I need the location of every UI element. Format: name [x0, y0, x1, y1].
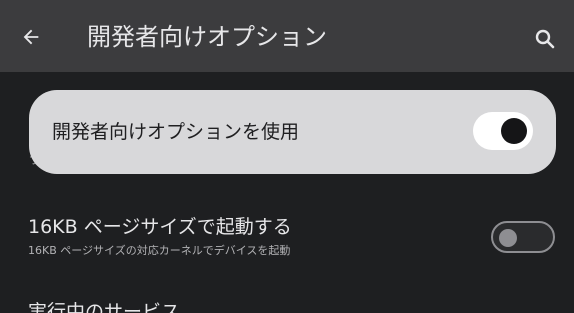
search-button[interactable] [532, 26, 558, 52]
app-bar: 開発者向けオプション [0, 0, 574, 72]
switch-thumb [501, 118, 527, 144]
developer-options-screen: 開発者向けオプション ラ 開発者向けオプションを使用 16KB ページサイズで起… [0, 0, 574, 313]
boot-16kb-title: 16KB ページサイズで起動する [28, 216, 292, 238]
boot-16kb-page-size-row[interactable]: 16KB ページサイズで起動する 16KB ページサイズの対応カーネルでデバイス… [0, 208, 574, 274]
page-title: 開発者向けオプション [87, 23, 327, 51]
use-developer-options-label: 開発者向けオプションを使用 [52, 121, 300, 143]
back-button[interactable] [18, 24, 44, 50]
running-services-title[interactable]: 実行中のサービス [28, 300, 180, 313]
use-developer-options-toggle-row[interactable]: 開発者向けオプションを使用 [29, 90, 556, 174]
arrow-back-icon [23, 29, 39, 45]
boot-16kb-subtitle: 16KB ページサイズの対応カーネルでデバイスを起動 [28, 244, 291, 257]
use-developer-options-switch[interactable] [473, 112, 533, 150]
boot-16kb-switch[interactable] [491, 221, 555, 253]
search-icon [535, 29, 555, 49]
switch-thumb [499, 229, 517, 247]
